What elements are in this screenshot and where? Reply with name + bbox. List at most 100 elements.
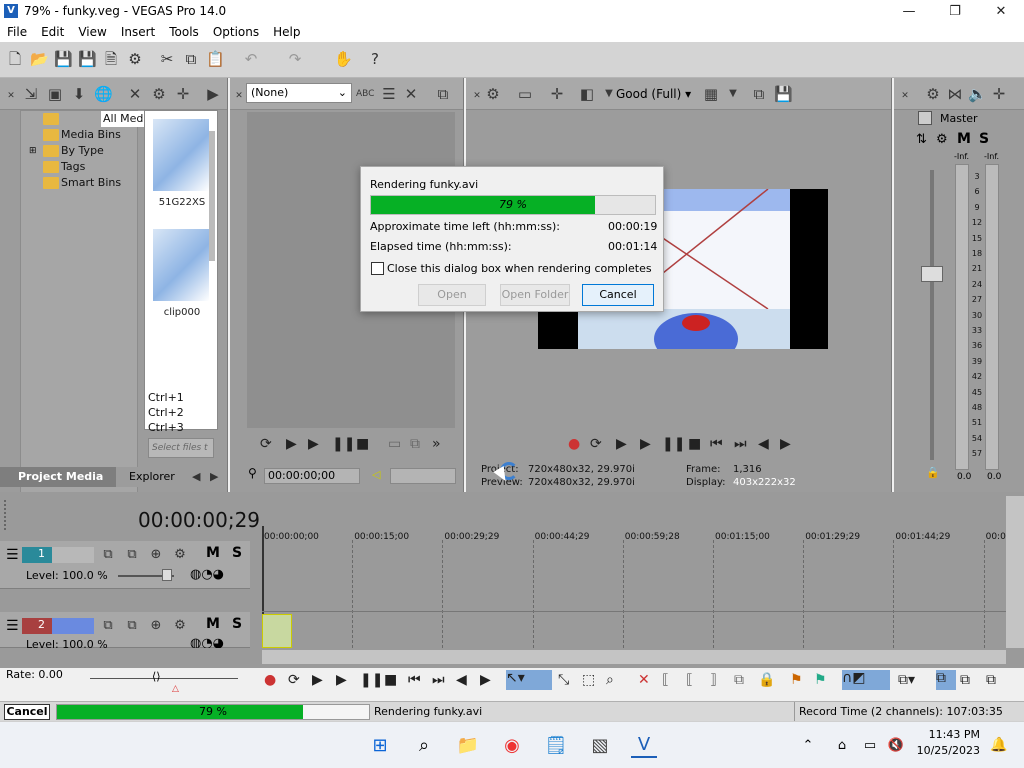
pan-crop-icon[interactable]: ⧉: [124, 547, 140, 563]
close-window-button[interactable]: ✕: [978, 0, 1024, 22]
timeline-horizontal-scrollbar[interactable]: [262, 650, 1006, 664]
remove-media-icon[interactable]: ✕: [126, 85, 144, 103]
marker-icon[interactable]: ⚑: [790, 672, 803, 688]
copy-icon[interactable]: ⧉: [182, 50, 200, 68]
tree-item-all-media[interactable]: All Media: [21, 111, 167, 127]
snapping-icon[interactable]: ∩◩: [842, 670, 890, 690]
rate-slider[interactable]: [90, 678, 238, 679]
region-icon[interactable]: ⚑: [814, 672, 827, 688]
display-icon[interactable]: ▭: [857, 732, 883, 758]
play-icon[interactable]: ▶: [336, 672, 347, 688]
trim-end-icon[interactable]: ⟧: [710, 672, 717, 688]
compositing-icon[interactable]: ◍◔◕: [190, 636, 224, 648]
close-when-done-checkbox[interactable]: [371, 262, 384, 275]
ignore-grouping-icon[interactable]: ⧉: [960, 672, 970, 688]
pause-icon[interactable]: ❚❚: [662, 436, 685, 452]
insert-fx-icon[interactable]: ⇅: [916, 132, 927, 147]
status-cancel-button[interactable]: Cancel: [4, 704, 50, 720]
tabs-scroll-left-icon[interactable]: ◀: [192, 467, 200, 487]
track-motion-icon[interactable]: ⧉: [100, 547, 116, 563]
enable-snapping-icon[interactable]: ✋: [334, 50, 353, 68]
master-properties-icon[interactable]: ⚙: [924, 85, 942, 103]
master-checkbox[interactable]: [918, 111, 932, 125]
redo-icon[interactable]: ↷: [286, 50, 304, 68]
loop-icon[interactable]: ⟳: [288, 672, 300, 688]
track-1[interactable]: ☰ 1 ⧉ ⧉ ⊕ ⚙ M S Level: 100.0 % ◍◔◕: [0, 541, 250, 589]
next-frame-icon[interactable]: ▶: [780, 436, 791, 452]
go-to-end-icon[interactable]: ⏭: [432, 672, 445, 688]
file-explorer-icon[interactable]: 📁: [455, 732, 481, 758]
chevron-down-icon[interactable]: ▼: [724, 85, 742, 103]
timeline-vertical-scrollbar[interactable]: [1006, 496, 1024, 648]
tree-item-tags[interactable]: Tags: [21, 159, 137, 175]
render-as-icon[interactable]: 🗎: [102, 50, 120, 68]
auto-preview-icon[interactable]: ✛: [174, 85, 192, 103]
split-screen-icon[interactable]: ✛: [548, 85, 566, 103]
whats-this-help-icon[interactable]: ?: [366, 50, 384, 68]
track-motion-icon[interactable]: ⧉: [100, 618, 116, 634]
tab-explorer[interactable]: Explorer: [116, 467, 190, 487]
save-as-icon[interactable]: 💾: [78, 50, 97, 68]
track-fx-icon[interactable]: ⚙: [172, 618, 188, 634]
minimize-button[interactable]: —: [886, 0, 932, 22]
delete-icon[interactable]: ✕: [638, 672, 650, 688]
overlays-grid-icon[interactable]: ▦: [702, 85, 720, 103]
play-icon[interactable]: ▶: [640, 436, 651, 452]
trimmer-clear-icon[interactable]: ✕: [402, 85, 420, 103]
play-from-start-icon[interactable]: ▶: [286, 436, 297, 452]
timeline-ruler[interactable]: [262, 498, 1006, 536]
menu-options[interactable]: Options: [206, 25, 266, 39]
panel-close-icon[interactable]: ✕: [2, 87, 20, 105]
master-fx-icon[interactable]: ⚙: [936, 132, 948, 147]
notification-bell-icon[interactable]: 🔔: [986, 732, 1012, 758]
edit-tool-icon[interactable]: ↖▾: [506, 670, 552, 690]
track-2[interactable]: ☰ 2 ⧉ ⧉ ⊕ ⚙ M S Level: 100.0 % ◍◔◕: [0, 612, 250, 648]
properties-gear-icon[interactable]: ⚙: [126, 50, 144, 68]
next-frame-icon[interactable]: ▶: [480, 672, 491, 688]
go-to-start-icon[interactable]: ⏮: [408, 672, 421, 688]
trimmer-selection-length[interactable]: [390, 468, 456, 484]
split-icon[interactable]: ⧉: [734, 672, 744, 688]
loop-icon[interactable]: ⟳: [260, 436, 272, 452]
media-thumb-1[interactable]: [153, 119, 209, 191]
chrome-icon[interactable]: ◉: [499, 732, 525, 758]
track-name-field[interactable]: [52, 547, 94, 563]
preview-properties-icon[interactable]: ⚙: [484, 85, 502, 103]
media-filter-input[interactable]: Select files t: [148, 438, 214, 458]
volume-icon[interactable]: 🔇: [883, 732, 909, 758]
loop-icon[interactable]: ⟳: [590, 436, 602, 452]
new-project-icon[interactable]: 🗋: [6, 50, 24, 68]
undo-icon[interactable]: ↶: [242, 50, 260, 68]
track-2-solo[interactable]: S: [232, 616, 242, 632]
open-project-icon[interactable]: 📂: [30, 50, 49, 68]
master-solo-button[interactable]: S: [979, 131, 989, 147]
cancel-render-button[interactable]: Cancel: [582, 284, 654, 306]
clock-date[interactable]: 10/25/2023: [912, 744, 980, 757]
menu-tools[interactable]: Tools: [162, 25, 206, 39]
menu-edit[interactable]: Edit: [34, 25, 71, 39]
record-icon[interactable]: ●: [568, 436, 580, 452]
globe-icon[interactable]: 🌐: [94, 85, 113, 103]
tree-item-smart-bins[interactable]: Smart Bins: [21, 175, 137, 191]
dim-output-icon[interactable]: 🔈: [968, 85, 987, 103]
chevron-up-icon[interactable]: ⌃: [795, 732, 821, 758]
auto-ripple-icon[interactable]: ⧉▾: [898, 672, 915, 688]
trim-start-icon[interactable]: ⟦: [686, 672, 693, 688]
composite-icon[interactable]: ⊕: [148, 618, 164, 634]
menu-help[interactable]: Help: [266, 25, 307, 39]
lock-event-icon[interactable]: 🔒: [758, 672, 775, 688]
save-icon[interactable]: 💾: [54, 50, 73, 68]
paste-icon[interactable]: 📋: [206, 50, 225, 68]
composite-icon[interactable]: ⊕: [148, 547, 164, 563]
envelope-tool-icon[interactable]: ⤡: [558, 672, 569, 688]
panel-close-icon[interactable]: ✕: [896, 87, 914, 105]
app-icon[interactable]: ▧: [587, 732, 613, 758]
fast-forward-icon[interactable]: »: [432, 436, 441, 452]
open-folder-button[interactable]: Open Folder: [500, 284, 570, 306]
tab-project-media[interactable]: Project Media: [0, 467, 116, 487]
more-tools-icon[interactable]: ⧉: [986, 672, 996, 688]
track-minimize-icon[interactable]: ☰: [6, 618, 19, 634]
compositing-icon[interactable]: ◍◔◕: [190, 567, 224, 582]
panel-more-icon[interactable]: ▶: [204, 85, 222, 103]
record-icon[interactable]: ●: [264, 672, 276, 688]
